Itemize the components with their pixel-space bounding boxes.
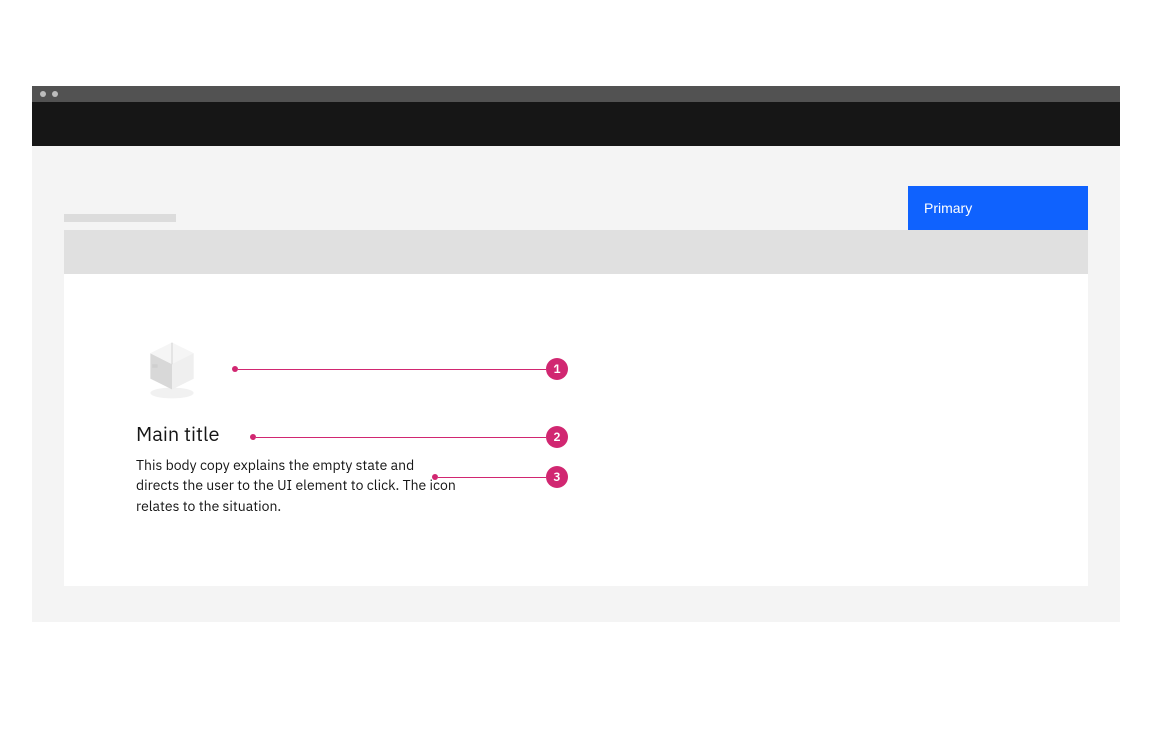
empty-state-title: Main title — [136, 420, 616, 447]
page-header-row: Primary — [64, 146, 1088, 230]
empty-state-body: This body copy explains the empty state … — [136, 455, 456, 516]
browser-frame: Primary — [32, 86, 1120, 622]
window-titlebar — [32, 86, 1120, 102]
window-control-dot — [52, 91, 58, 97]
empty-state: Main title This body copy explains the e… — [136, 330, 616, 516]
box-icon — [136, 330, 208, 402]
toolbar-strip — [64, 230, 1088, 274]
app-header — [32, 102, 1120, 146]
content-panel: Main title This body copy explains the e… — [64, 274, 1088, 586]
primary-button[interactable]: Primary — [908, 186, 1088, 230]
page-body: Primary — [32, 146, 1120, 586]
window-control-dot — [40, 91, 46, 97]
page-title-placeholder — [64, 214, 176, 222]
